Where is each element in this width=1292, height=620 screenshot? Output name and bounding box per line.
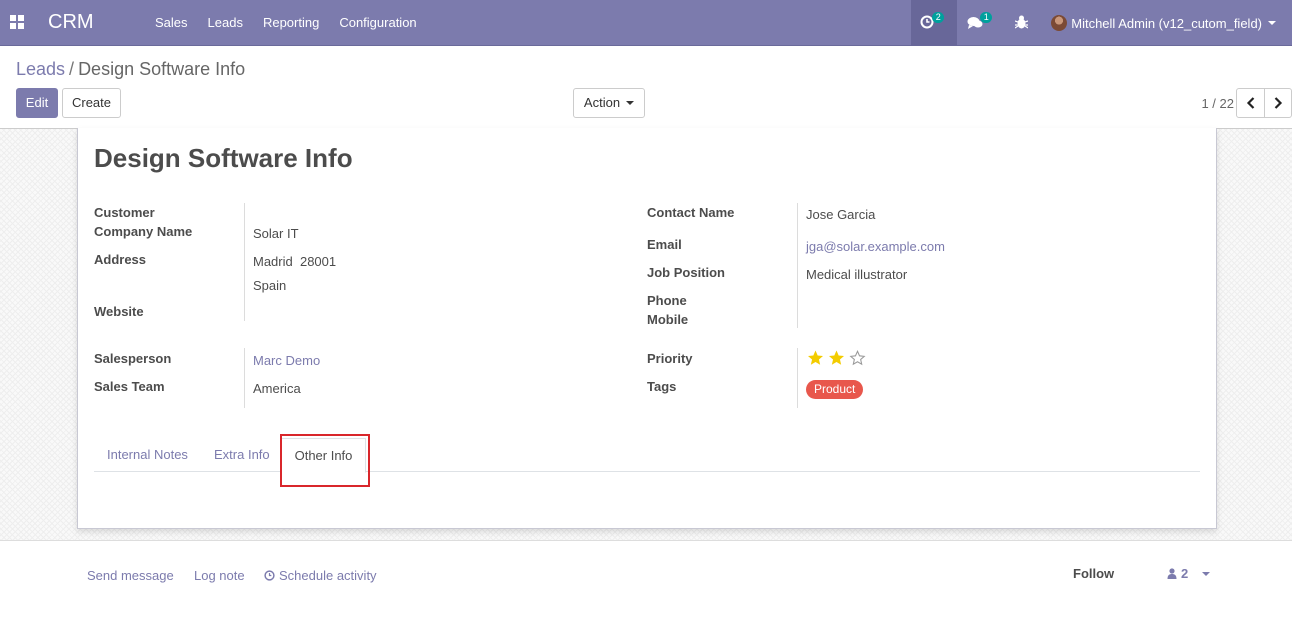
pager-value[interactable]: 1 / 22 bbox=[1190, 96, 1234, 111]
schedule-activity-button[interactable]: Schedule activity bbox=[264, 568, 377, 583]
menu-item-leads[interactable]: Leads bbox=[198, 0, 253, 46]
email-label: Email bbox=[647, 237, 682, 252]
group-divider bbox=[797, 203, 798, 328]
contact-name-label: Contact Name bbox=[647, 205, 735, 220]
top-navbar: CRM Sales Leads Reporting Configuration … bbox=[0, 0, 1292, 46]
messages-count-badge: 1 bbox=[980, 12, 993, 23]
salesperson-label: Salesperson bbox=[94, 351, 172, 366]
caret-down-icon bbox=[1202, 571, 1211, 576]
activity-count-badge: 2 bbox=[932, 12, 945, 23]
salesperson-value[interactable]: Marc Demo bbox=[253, 353, 320, 368]
star-filled-icon[interactable] bbox=[805, 349, 826, 367]
tab-other-info[interactable]: Other Info bbox=[281, 438, 366, 473]
address-country: Spain bbox=[253, 278, 287, 293]
user-avatar bbox=[1051, 15, 1068, 31]
breadcrumb-current: Design Software Info bbox=[78, 59, 246, 79]
main-menu: Sales Leads Reporting Configuration bbox=[145, 0, 427, 46]
contact-name-value: Jose Garcia bbox=[806, 207, 876, 222]
job-position-value: Medical illustrator bbox=[806, 267, 908, 282]
systray: 2 1 Mitchell Admin (v12_cutom_field) bbox=[911, 0, 1292, 46]
sales-team-label: Sales Team bbox=[94, 379, 165, 394]
create-button[interactable]: Create bbox=[62, 88, 121, 118]
star-empty-icon[interactable] bbox=[847, 349, 868, 367]
edit-button[interactable]: Edit bbox=[16, 88, 58, 118]
action-dropdown[interactable]: Action bbox=[573, 88, 645, 118]
chevron-down-icon bbox=[1268, 21, 1276, 25]
company-name-value: Solar IT bbox=[253, 226, 299, 241]
menu-item-configuration[interactable]: Configuration bbox=[329, 0, 426, 46]
breadcrumb: Leads / Design Software Info bbox=[16, 59, 245, 80]
email-value[interactable]: jga@solar.example.com bbox=[806, 239, 945, 254]
star-filled-icon[interactable] bbox=[826, 349, 847, 367]
priority-label: Priority bbox=[647, 351, 693, 366]
messages-menu[interactable]: 1 bbox=[957, 0, 1003, 46]
follow-button[interactable]: Follow bbox=[1073, 566, 1114, 581]
notebook-tabs: Internal Notes Extra Info Other Info bbox=[94, 438, 1200, 473]
breadcrumb-leads[interactable]: Leads bbox=[16, 59, 65, 79]
address-label: Address bbox=[94, 252, 147, 267]
user-name: Mitchell Admin (v12_cutom_field) bbox=[1071, 15, 1262, 31]
user-menu[interactable]: Mitchell Admin (v12_cutom_field) bbox=[1043, 0, 1292, 46]
group-divider bbox=[244, 348, 245, 408]
debug-menu[interactable] bbox=[1003, 0, 1043, 46]
job-position-label: Job Position bbox=[647, 265, 725, 280]
group-divider bbox=[244, 203, 245, 321]
tab-internal-notes[interactable]: Internal Notes bbox=[107, 438, 188, 472]
phone-label: Phone bbox=[647, 293, 687, 308]
caret-down-icon bbox=[626, 101, 635, 105]
tab-extra-info[interactable]: Extra Info bbox=[214, 438, 270, 472]
breadcrumb-separator: / bbox=[69, 59, 75, 79]
log-note-button[interactable]: Log note bbox=[194, 568, 245, 583]
apps-menu-icon[interactable] bbox=[10, 15, 24, 29]
menu-item-reporting[interactable]: Reporting bbox=[253, 0, 329, 46]
group-divider bbox=[797, 348, 798, 408]
activity-menu[interactable]: 2 bbox=[911, 0, 958, 46]
company-name-label: Company Name bbox=[94, 224, 193, 239]
priority-stars[interactable] bbox=[805, 349, 868, 367]
action-label: Action bbox=[583, 95, 621, 110]
user-icon bbox=[1167, 568, 1177, 579]
clock-icon bbox=[264, 570, 275, 581]
schedule-activity-label: Schedule activity bbox=[279, 568, 377, 583]
menu-item-sales[interactable]: Sales bbox=[145, 0, 198, 46]
send-message-button[interactable]: Send message bbox=[87, 568, 174, 583]
mobile-label: Mobile bbox=[647, 312, 689, 327]
pager-previous-button[interactable] bbox=[1236, 88, 1265, 118]
bug-icon bbox=[1015, 15, 1029, 29]
customer-label: Customer bbox=[94, 205, 155, 220]
followers-dropdown[interactable]: 2 bbox=[1167, 566, 1211, 581]
tag-badge[interactable]: Product bbox=[806, 380, 864, 399]
website-label: Website bbox=[94, 304, 144, 319]
chevron-left-icon bbox=[1246, 97, 1254, 109]
followers-count: 2 bbox=[1181, 566, 1189, 581]
app-brand[interactable]: CRM bbox=[48, 11, 94, 34]
tags-label: Tags bbox=[647, 379, 677, 394]
pager-next-button[interactable] bbox=[1264, 88, 1292, 118]
address-line1: Madrid 28001 bbox=[253, 254, 337, 269]
lead-title: Design Software Info bbox=[94, 143, 353, 173]
sales-team-value: America bbox=[253, 381, 301, 396]
chevron-right-icon bbox=[1274, 97, 1283, 109]
